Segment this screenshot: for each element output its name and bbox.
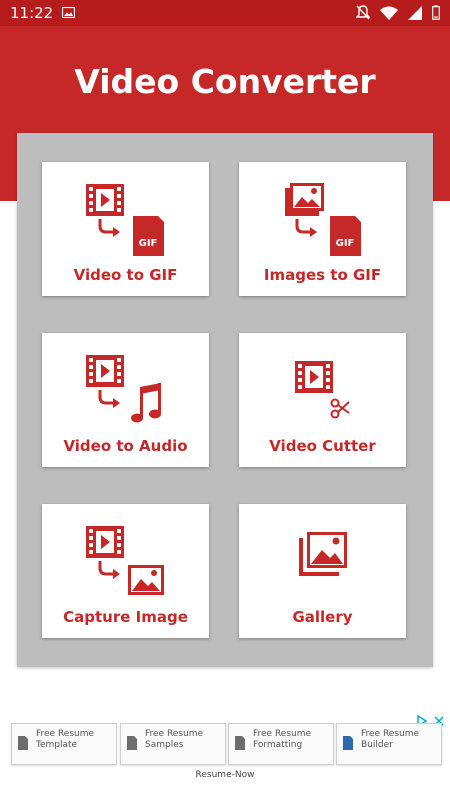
app-title: Video Converter bbox=[74, 62, 376, 101]
ad-chip[interactable]: Free Resume Builder bbox=[336, 723, 442, 765]
document-icon bbox=[18, 736, 28, 750]
status-time: 11:22 bbox=[10, 4, 54, 22]
tile-video-to-audio[interactable]: Video to Audio bbox=[42, 333, 209, 467]
ad-banner: Free Resume Template Free Resume Samples… bbox=[0, 700, 450, 800]
ad-chip[interactable]: Free Resume Formatting bbox=[228, 723, 334, 765]
video-cutter-icon bbox=[295, 361, 350, 419]
gallery-icon bbox=[299, 532, 347, 576]
svg-text:GIF: GIF bbox=[139, 238, 158, 249]
tile-label: Video Cutter bbox=[269, 437, 376, 455]
capture-image-icon bbox=[86, 526, 164, 595]
ad-chip-line2: Samples bbox=[145, 740, 184, 750]
tile-images-to-gif[interactable]: GIF Images to GIF bbox=[239, 162, 406, 296]
ad-chip-line1: Free Resume bbox=[36, 729, 95, 739]
ad-advertiser[interactable]: Resume-Now bbox=[0, 770, 450, 780]
video-to-audio-icon bbox=[86, 355, 161, 423]
ad-chip-line2: Template bbox=[36, 740, 78, 750]
ad-chip-line1: Free Resume bbox=[253, 729, 312, 739]
tile-gallery[interactable]: Gallery bbox=[239, 504, 406, 638]
tile-label: Gallery bbox=[292, 608, 353, 626]
video-to-gif-icon: GIF bbox=[86, 184, 164, 256]
tile-label: Images to GIF bbox=[263, 266, 382, 284]
document-icon bbox=[127, 736, 137, 750]
battery-low-icon bbox=[432, 5, 440, 20]
status-bar: 11:22 bbox=[0, 0, 450, 26]
tile-video-cutter[interactable]: Video Cutter bbox=[239, 333, 406, 467]
network-icon bbox=[408, 5, 422, 20]
ad-chip[interactable]: Free Resume Samples bbox=[120, 723, 226, 765]
document-icon bbox=[235, 736, 245, 750]
tile-label: Video to GIF bbox=[73, 266, 178, 284]
ad-chip-line1: Free Resume bbox=[361, 729, 420, 739]
svg-text:GIF: GIF bbox=[336, 238, 355, 249]
document-icon bbox=[343, 736, 353, 750]
images-to-gif-icon: GIF bbox=[285, 183, 361, 256]
tile-capture-image[interactable]: Capture Image bbox=[42, 504, 209, 638]
notifications-off-icon bbox=[356, 5, 370, 20]
ad-chip-line2: Formatting bbox=[253, 740, 303, 750]
image-icon bbox=[62, 7, 75, 18]
feature-grid-panel: GIF Video to GIF GIF Images to GIF Video… bbox=[17, 133, 433, 667]
wifi-icon bbox=[380, 6, 398, 20]
tile-video-to-gif[interactable]: GIF Video to GIF bbox=[42, 162, 209, 296]
tile-label: Capture Image bbox=[63, 608, 188, 626]
ad-chip-line1: Free Resume bbox=[145, 729, 204, 739]
ad-chip-line2: Builder bbox=[361, 740, 393, 750]
tile-label: Video to Audio bbox=[63, 437, 188, 455]
ad-chip[interactable]: Free Resume Template bbox=[11, 723, 117, 765]
